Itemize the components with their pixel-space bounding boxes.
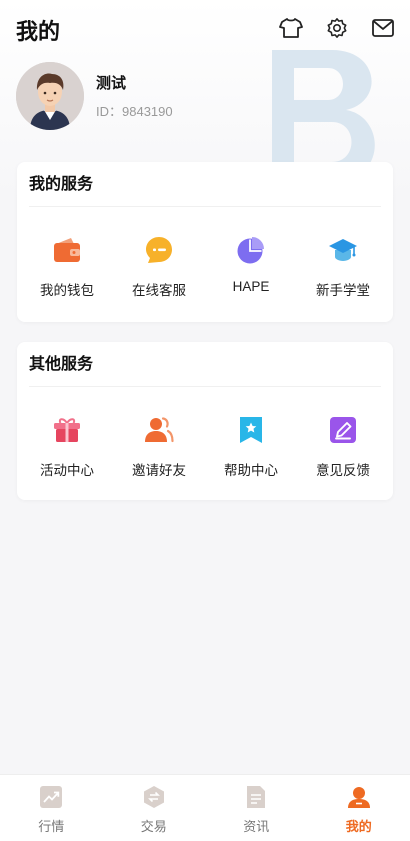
service-beginner-academy[interactable]: 新手学堂 (297, 234, 389, 299)
service-label: 在线客服 (132, 283, 186, 298)
tab-news[interactable]: 资讯 (205, 775, 308, 841)
service-feedback[interactable]: 意见反馈 (297, 414, 389, 479)
profile-person-icon (347, 787, 370, 808)
service-label: 帮助中心 (224, 463, 278, 478)
news-document-icon (247, 786, 266, 808)
trade-exchange-icon (143, 786, 164, 808)
header-actions (276, 14, 398, 42)
profile-page: 我的 测试 ID：9843190 我的服务 我的钱包 在线客服 HAPE 新手学… (0, 0, 410, 841)
my-services-card: 我的服务 我的钱包 在线客服 HAPE 新手学堂 (17, 162, 393, 322)
pie-chart-icon (237, 237, 264, 264)
wallet-icon (54, 238, 80, 262)
tab-label: 我的 (345, 819, 372, 834)
market-chart-icon (40, 786, 63, 808)
service-wallet[interactable]: 我的钱包 (21, 234, 113, 299)
service-label: 活动中心 (40, 463, 94, 478)
username: 测试 (96, 75, 127, 92)
tab-trade[interactable]: 交易 (103, 775, 206, 841)
bottom-tab-bar: 行情 交易 资讯 我的 (0, 774, 410, 841)
service-activity-center[interactable]: 活动中心 (21, 414, 113, 479)
my-services-title: 我的服务 (29, 162, 381, 207)
gift-icon (54, 418, 80, 442)
edit-pen-icon (330, 417, 356, 443)
bookmark-star-icon (240, 417, 262, 443)
service-help-center[interactable]: 帮助中心 (205, 414, 297, 479)
service-label: HAPE (232, 279, 270, 294)
page-title: 我的 (16, 19, 61, 44)
tab-label: 资讯 (243, 819, 270, 834)
service-label: 邀请好友 (132, 463, 186, 478)
other-services-title: 其他服务 (29, 342, 381, 387)
service-label: 我的钱包 (40, 283, 94, 298)
settings-gear-icon[interactable] (322, 14, 352, 42)
other-services-card: 其他服务 活动中心 邀请好友 帮助中心 意见反馈 (17, 342, 393, 500)
tab-label: 行情 (38, 819, 65, 834)
service-label: 新手学堂 (316, 283, 370, 298)
service-online-support[interactable]: 在线客服 (113, 234, 205, 299)
tab-mine[interactable]: 我的 (308, 775, 410, 841)
profile-section[interactable]: 测试 ID：9843190 (16, 62, 173, 130)
mail-icon[interactable] (368, 14, 398, 42)
invite-people-icon (145, 417, 174, 443)
tab-market[interactable]: 行情 (0, 775, 103, 841)
tshirt-icon[interactable] (276, 14, 306, 42)
graduation-cap-icon (329, 239, 357, 261)
tab-label: 交易 (140, 819, 167, 834)
service-hape[interactable]: HAPE (205, 234, 297, 299)
user-id: ID：9843190 (96, 104, 173, 119)
avatar[interactable] (16, 62, 84, 130)
service-invite-friends[interactable]: 邀请好友 (113, 414, 205, 479)
chat-bubble-icon (146, 237, 172, 263)
service-label: 意见反馈 (316, 463, 370, 478)
